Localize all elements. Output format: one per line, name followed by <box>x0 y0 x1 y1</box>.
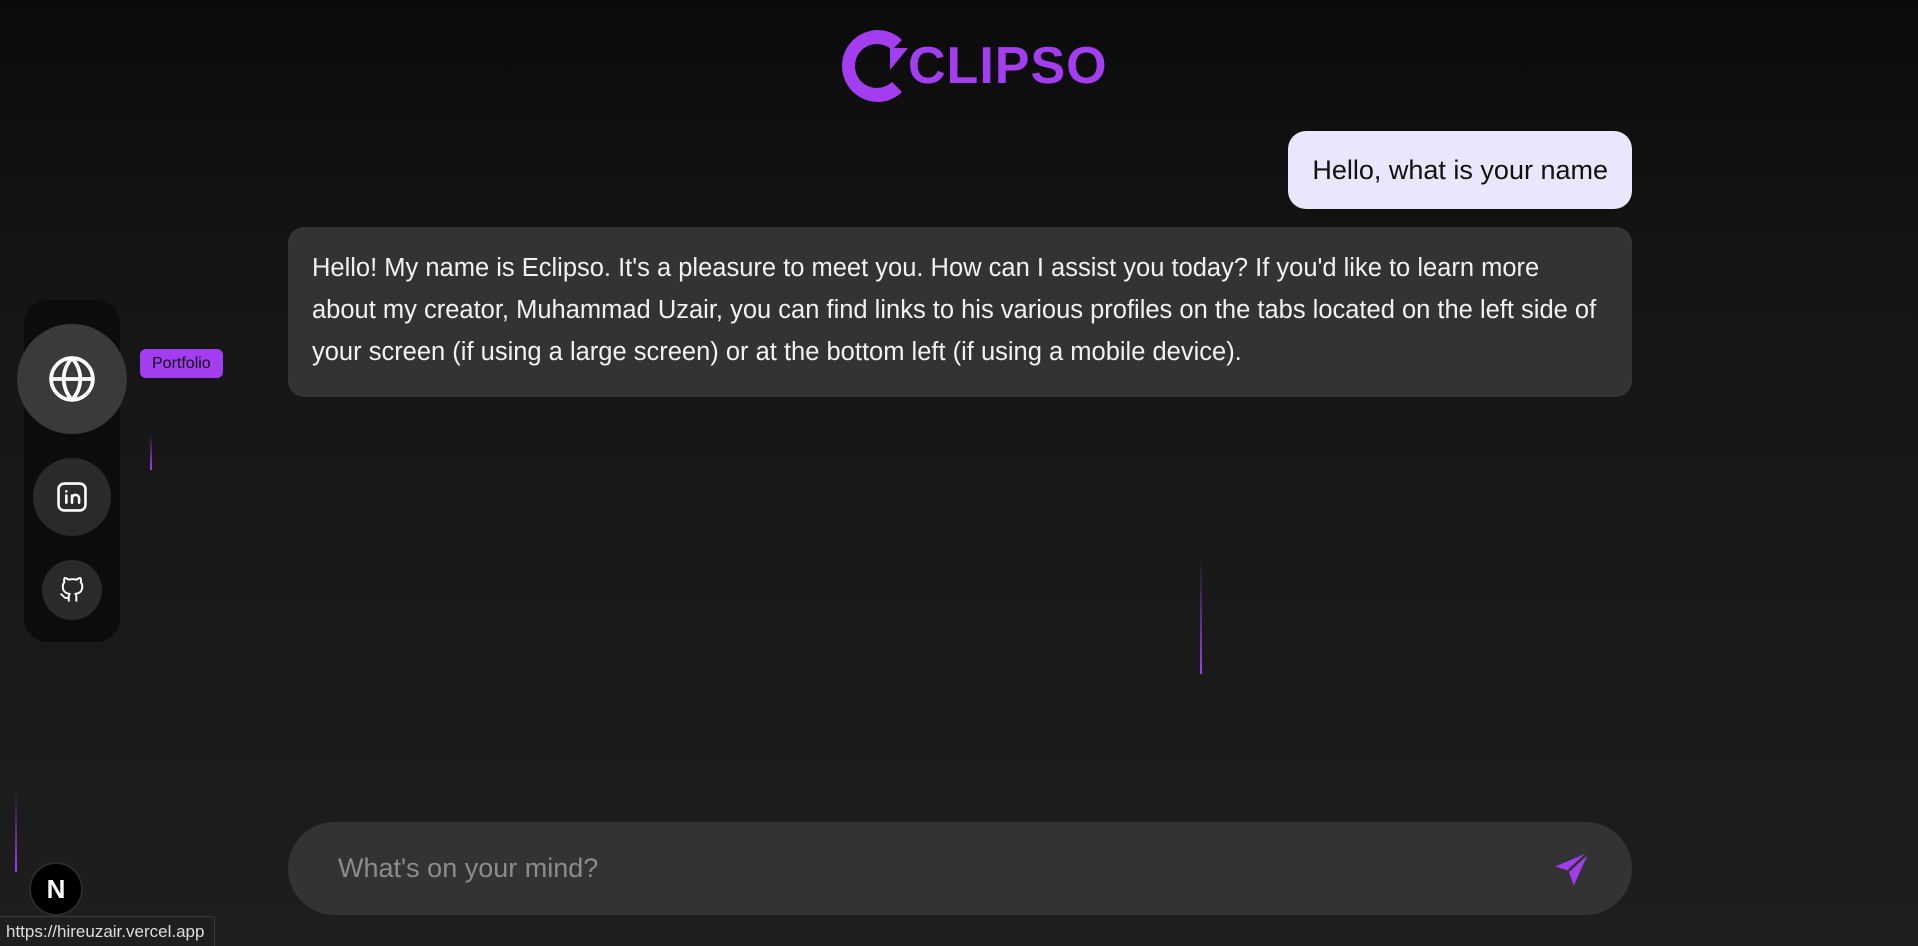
user-message-bubble: Hello, what is your name <box>1288 131 1632 209</box>
send-button[interactable] <box>1550 847 1594 891</box>
logo-text: CLIPSO <box>908 37 1108 95</box>
tooltip-text: Portfolio <box>152 354 211 372</box>
chat-input-bar <box>288 822 1632 915</box>
decorative-beam <box>15 790 17 872</box>
chat-input[interactable] <box>338 853 1550 884</box>
app-root: CLIPSO Hello, what is your name Hello! M… <box>0 0 1918 946</box>
send-icon <box>1555 850 1590 886</box>
assistant-message-bubble: Hello! My name is Eclipso. It's a pleasu… <box>288 227 1632 397</box>
nextjs-badge-letter: N <box>46 873 66 904</box>
github-link-button[interactable] <box>42 560 102 620</box>
portfolio-link-button[interactable] <box>17 324 127 434</box>
decorative-beam <box>150 434 152 470</box>
portfolio-tooltip: Portfolio <box>140 349 223 378</box>
status-url-text: https://hireuzair.vercel.app <box>6 921 205 941</box>
assistant-message-text: Hello! My name is Eclipso. It's a pleasu… <box>312 254 1597 366</box>
github-icon <box>60 577 84 602</box>
user-message-text: Hello, what is your name <box>1312 154 1608 185</box>
linkedin-link-button[interactable] <box>33 458 111 536</box>
link-status-url: https://hireuzair.vercel.app <box>0 916 216 946</box>
nextjs-badge[interactable]: N <box>29 862 83 916</box>
decorative-beam <box>1200 556 1202 674</box>
globe-icon <box>49 356 95 402</box>
linkedin-icon <box>57 482 87 512</box>
logo: CLIPSO <box>838 24 1108 108</box>
eclipse-logo-icon <box>842 30 908 102</box>
